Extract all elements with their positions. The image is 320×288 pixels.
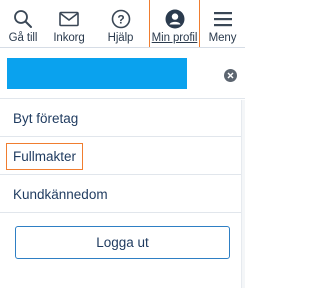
nav-inbox[interactable]: Inkorg bbox=[46, 0, 92, 47]
menu-item-label: Byt företag bbox=[13, 110, 79, 126]
profile-name-redacted bbox=[7, 58, 187, 89]
close-icon bbox=[227, 72, 234, 79]
mail-icon bbox=[58, 8, 80, 30]
hamburger-icon bbox=[212, 8, 234, 30]
close-button[interactable] bbox=[224, 69, 237, 82]
nav-profile-label: Min profil bbox=[151, 32, 198, 44]
nav-menu[interactable]: Meny bbox=[200, 0, 245, 47]
scrollbar[interactable] bbox=[241, 100, 245, 288]
nav-menu-label: Meny bbox=[208, 32, 237, 44]
logout-label: Logga ut bbox=[96, 235, 149, 250]
nav-help-label: Hjälp bbox=[107, 32, 134, 44]
menu-item-label: Fullmakter bbox=[6, 142, 84, 170]
top-navigation-bar: Gå till Inkorg ? Hjälp Min profil Meny bbox=[0, 0, 245, 48]
nav-inbox-label: Inkorg bbox=[53, 32, 85, 44]
nav-help[interactable]: ? Hjälp bbox=[92, 0, 149, 47]
menu-item-label: Kundkännedom bbox=[13, 186, 108, 202]
user-icon bbox=[164, 8, 186, 30]
profile-header bbox=[0, 49, 245, 99]
menu-item-customer-knowledge[interactable]: Kundkännedom bbox=[0, 176, 245, 213]
logout-button[interactable]: Logga ut bbox=[15, 226, 230, 259]
nav-goto[interactable]: Gå till bbox=[0, 0, 46, 47]
menu-item-powers-of-attorney[interactable]: Fullmakter bbox=[0, 138, 245, 175]
nav-profile[interactable]: Min profil bbox=[149, 0, 200, 47]
menu-item-switch-company[interactable]: Byt företag bbox=[0, 100, 245, 137]
search-icon bbox=[12, 8, 34, 30]
nav-goto-label: Gå till bbox=[8, 32, 38, 44]
svg-text:?: ? bbox=[117, 13, 124, 27]
help-icon: ? bbox=[110, 8, 132, 30]
